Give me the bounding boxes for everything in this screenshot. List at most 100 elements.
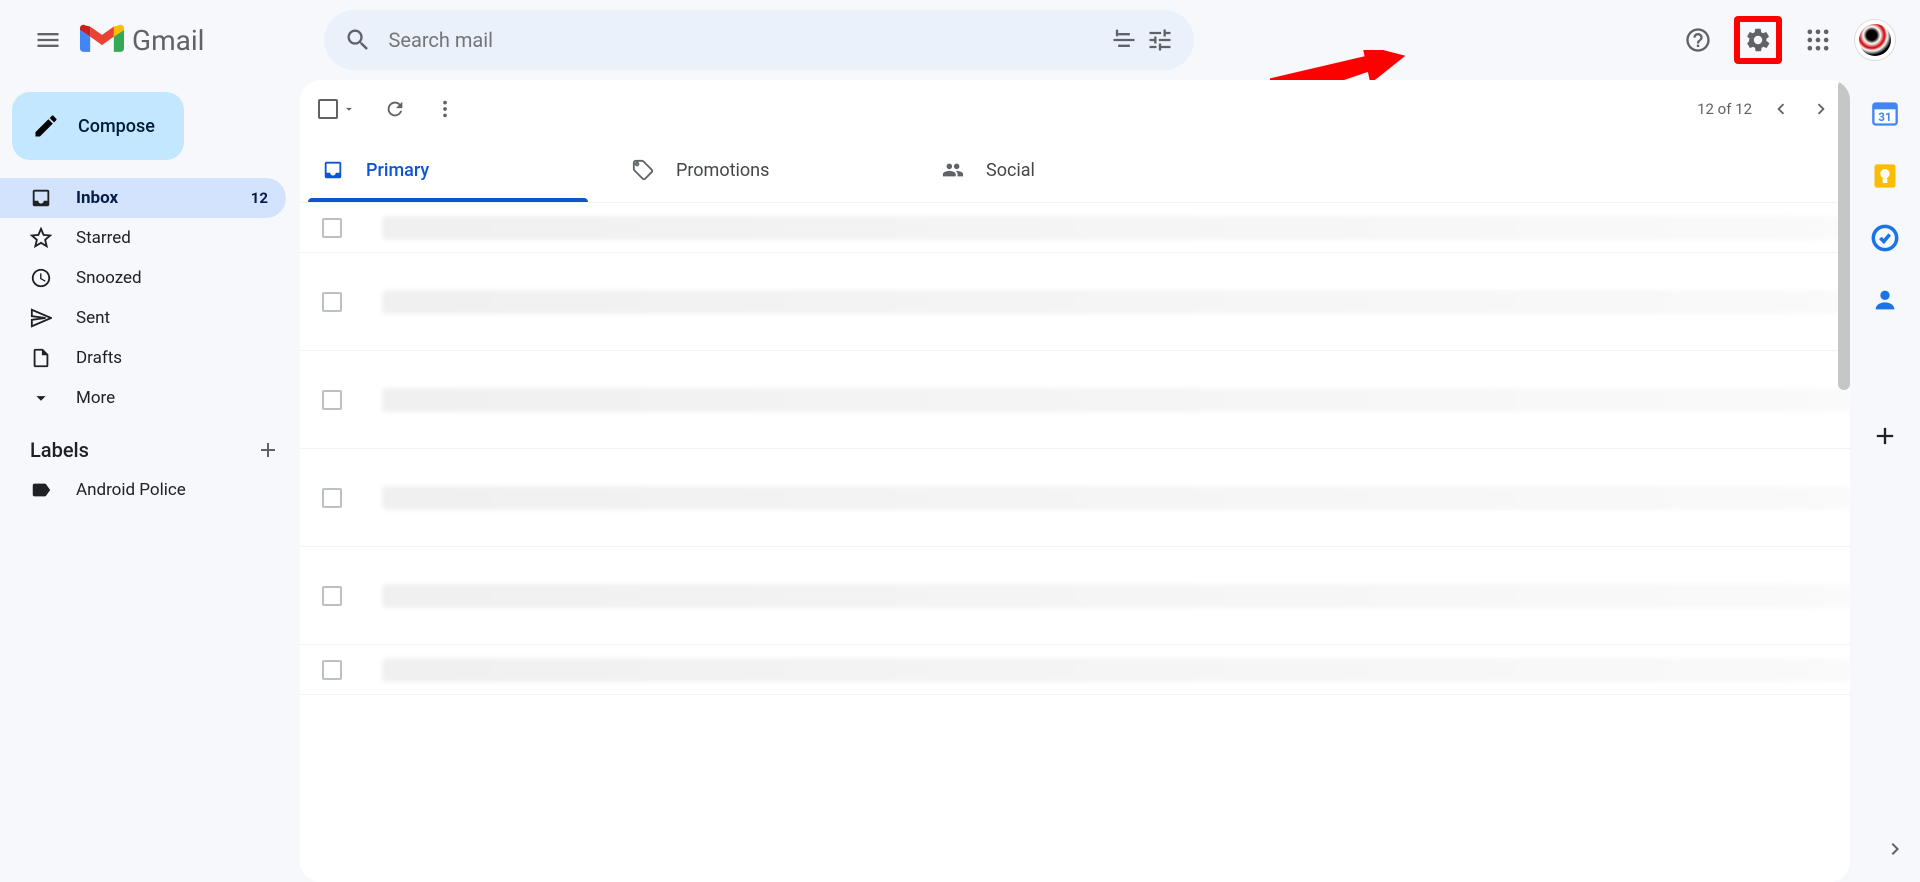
tasks-icon <box>1871 224 1899 252</box>
toolbar: 12 of 12 <box>300 80 1850 138</box>
nav-more-label: More <box>76 388 268 408</box>
tab-social[interactable]: Social <box>920 138 1230 202</box>
nav-snoozed[interactable]: Snoozed <box>0 258 286 298</box>
tag-icon <box>632 159 654 181</box>
main-menu-button[interactable] <box>24 16 72 64</box>
main-panel: 12 of 12 Primary Promotions Social <box>300 80 1850 882</box>
nav-starred-label: Starred <box>76 228 268 248</box>
compose-label: Compose <box>78 116 155 137</box>
select-all[interactable] <box>318 99 356 119</box>
row-checkbox[interactable] <box>322 586 342 606</box>
more-button[interactable] <box>434 98 456 120</box>
label-name: Android Police <box>76 480 268 500</box>
nav-inbox-label: Inbox <box>76 188 251 208</box>
search-options-icon[interactable] <box>1110 26 1138 54</box>
message-row[interactable] <box>300 449 1850 547</box>
header-right <box>1674 16 1896 64</box>
tab-primary[interactable]: Primary <box>300 138 610 202</box>
header: Gmail <box>0 0 1920 80</box>
apps-grid-icon <box>1804 26 1832 54</box>
gmail-m-icon <box>80 23 124 57</box>
checkbox-icon <box>318 99 338 119</box>
settings-button[interactable] <box>1734 16 1782 64</box>
send-icon <box>30 307 52 329</box>
message-row[interactable] <box>300 351 1850 449</box>
support-button[interactable] <box>1674 16 1722 64</box>
tune-icon[interactable] <box>1146 26 1174 54</box>
inbox-tab-icon <box>322 159 344 181</box>
nav-inbox[interactable]: Inbox 12 <box>0 178 286 218</box>
contacts-icon <box>1871 286 1899 314</box>
nav-drafts[interactable]: Drafts <box>0 338 286 378</box>
scrollbar[interactable] <box>1838 80 1850 390</box>
side-panel-toggle[interactable] <box>1878 832 1912 866</box>
hamburger-icon <box>34 26 62 54</box>
side-panel: 31 <box>1850 88 1920 450</box>
gear-icon <box>1744 26 1772 54</box>
star-icon <box>30 227 52 249</box>
nav-sent[interactable]: Sent <box>0 298 286 338</box>
message-row[interactable] <box>300 645 1850 695</box>
row-checkbox[interactable] <box>322 390 342 410</box>
search-input[interactable] <box>388 28 1110 52</box>
message-list <box>300 203 1850 882</box>
message-blurred <box>382 216 1850 240</box>
nav-inbox-count: 12 <box>251 189 268 207</box>
calendar-app[interactable]: 31 <box>1871 100 1899 128</box>
tasks-app[interactable] <box>1871 224 1899 252</box>
google-apps-button[interactable] <box>1794 16 1842 64</box>
page-range: 12 of 12 <box>1697 100 1752 118</box>
label-icon <box>30 479 52 501</box>
sidebar: Compose Inbox 12 Starred Snoozed Sent <box>0 80 300 882</box>
people-icon <box>942 159 964 181</box>
row-checkbox[interactable] <box>322 660 342 680</box>
nav-sent-label: Sent <box>76 308 268 328</box>
labels-title: Labels <box>30 438 256 462</box>
nav-folders: Inbox 12 Starred Snoozed Sent Drafts <box>0 178 300 418</box>
account-avatar[interactable] <box>1854 19 1896 61</box>
message-row[interactable] <box>300 547 1850 645</box>
get-addons[interactable] <box>1871 422 1899 450</box>
avatar-image <box>1859 24 1891 56</box>
help-icon <box>1684 26 1712 54</box>
pencil-icon <box>32 112 60 140</box>
tab-promotions[interactable]: Promotions <box>610 138 920 202</box>
inbox-icon <box>30 187 52 209</box>
nav-more[interactable]: More <box>0 378 286 418</box>
nav-starred[interactable]: Starred <box>0 218 286 258</box>
tab-social-label: Social <box>986 160 1035 181</box>
row-checkbox[interactable] <box>322 292 342 312</box>
add-label-button[interactable] <box>256 438 280 462</box>
chevron-right-icon <box>1883 837 1907 861</box>
label-item-android-police[interactable]: Android Police <box>0 470 286 510</box>
dropdown-icon <box>342 102 356 116</box>
svg-text:31: 31 <box>1878 110 1891 124</box>
nav-snoozed-label: Snoozed <box>76 268 268 288</box>
next-page-button[interactable] <box>1810 98 1832 120</box>
contacts-app[interactable] <box>1871 286 1899 314</box>
prev-page-button[interactable] <box>1770 98 1792 120</box>
refresh-button[interactable] <box>384 98 406 120</box>
nav-drafts-label: Drafts <box>76 348 268 368</box>
gmail-logo[interactable]: Gmail <box>80 23 204 57</box>
search-bar[interactable] <box>324 10 1194 70</box>
message-row[interactable] <box>300 203 1850 253</box>
plus-icon <box>1871 422 1899 450</box>
gmail-title: Gmail <box>132 24 204 57</box>
message-blurred <box>382 290 1850 314</box>
clock-icon <box>30 267 52 289</box>
file-icon <box>30 347 52 369</box>
chevron-down-icon <box>30 387 52 409</box>
row-checkbox[interactable] <box>322 218 342 238</box>
keep-app[interactable] <box>1871 162 1899 190</box>
labels-header: Labels <box>0 418 300 470</box>
message-blurred <box>382 486 1850 510</box>
message-blurred <box>382 584 1850 608</box>
calendar-icon: 31 <box>1871 100 1899 128</box>
search-icon <box>344 26 372 54</box>
message-row[interactable] <box>300 253 1850 351</box>
tab-primary-label: Primary <box>366 160 429 181</box>
row-checkbox[interactable] <box>322 488 342 508</box>
tab-promotions-label: Promotions <box>676 160 769 181</box>
compose-button[interactable]: Compose <box>12 92 184 160</box>
